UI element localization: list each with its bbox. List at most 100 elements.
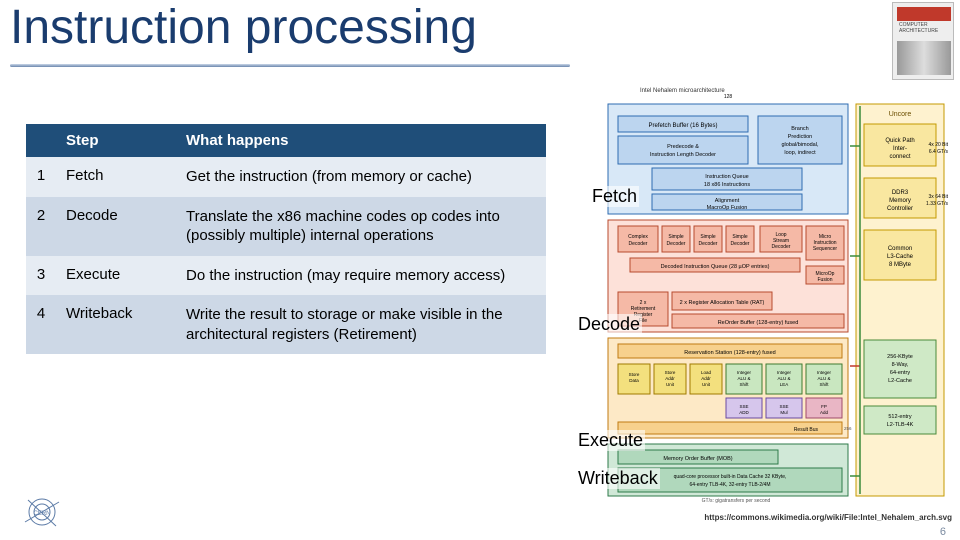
svg-text:Addr: Addr [665,376,675,381]
svg-text:Decoded Instruction Queue (28: Decoded Instruction Queue (28 µOP entrie… [661,264,770,270]
svg-text:Store: Store [665,370,676,375]
svg-text:Prediction: Prediction [788,134,812,140]
svg-text:Controller: Controller [887,206,913,212]
svg-text:Decoder: Decoder [629,241,648,247]
cell-step: Execute [56,256,176,296]
svg-text:Decoder: Decoder [699,241,718,247]
svg-text:Prefetch Buffer (16 Bytes): Prefetch Buffer (16 Bytes) [649,123,718,129]
svg-text:Complex: Complex [628,234,648,240]
svg-text:global/bimodal,: global/bimodal, [782,142,819,148]
svg-text:ReOrder Buffer (128-entry) fus: ReOrder Buffer (128-entry) fused [718,320,799,326]
svg-text:CERN: CERN [33,511,50,517]
svg-text:256-KByte: 256-KByte [887,354,913,360]
svg-text:Shift: Shift [819,382,829,387]
svg-text:ALU &: ALU & [737,376,750,381]
svg-text:MacroOp Fusion: MacroOp Fusion [707,205,748,211]
svg-text:6.4 GT/s: 6.4 GT/s [929,149,949,155]
svg-text:Decoder: Decoder [772,244,791,250]
svg-text:L2-Cache: L2-Cache [888,378,912,384]
table-row: 3 Execute Do the instruction (may requir… [26,256,546,296]
svg-text:Simple: Simple [732,234,748,240]
cell-num: 1 [26,157,56,197]
svg-text:Mul: Mul [780,410,787,415]
svg-text:2 x Register Allocation Table: 2 x Register Allocation Table (RAT) [680,300,765,306]
book-accent-bar [897,7,951,21]
svg-text:Data: Data [629,378,639,383]
svg-text:64-entry: 64-entry [890,370,910,376]
svg-text:ALU &: ALU & [777,376,790,381]
svg-text:Alignment: Alignment [715,198,740,204]
svg-text:256: 256 [844,426,852,431]
cell-desc: Write the result to storage or make visi… [176,295,546,354]
page-title: Instruction processing [10,0,477,55]
th-step: Step [56,124,176,157]
cell-desc: Translate the x86 machine codes op codes… [176,197,546,256]
cell-num: 3 [26,256,56,296]
cell-desc: Get the instruction (from memory or cach… [176,157,546,197]
image-credit: https://commons.wikimedia.org/wiki/File:… [704,513,952,522]
cell-step: Decode [56,197,176,256]
stage-label-fetch: Fetch [590,186,639,207]
stage-label-execute: Execute [576,430,645,451]
cell-step: Fetch [56,157,176,197]
book-thumbnail: COMPUTER ARCHITECTURE [892,2,954,80]
table-row: 2 Decode Translate the x86 machine codes… [26,197,546,256]
uncore-label: Uncore [889,111,912,118]
svg-text:Inter-: Inter- [893,146,907,152]
svg-text:Unit: Unit [702,382,711,387]
table-row: 1 Fetch Get the instruction (from memory… [26,157,546,197]
svg-text:Load: Load [701,370,712,375]
svg-text:Add: Add [820,410,829,415]
svg-text:Shift: Shift [739,382,749,387]
stage-label-writeback: Writeback [576,468,660,489]
stage-label-decode: Decode [576,314,642,335]
table-row: 4 Writeback Write the result to storage … [26,295,546,354]
svg-text:1.33 GT/s: 1.33 GT/s [926,201,948,207]
steps-table: Step What happens 1 Fetch Get the instru… [26,124,546,354]
svg-text:Sequencer: Sequencer [813,246,838,252]
svg-text:Instruction Queue: Instruction Queue [705,174,748,180]
svg-text:Memory Order Buffer (MOB): Memory Order Buffer (MOB) [663,456,732,462]
book-image [897,41,951,75]
cern-logo: CERN [22,492,62,532]
svg-text:Integer: Integer [777,370,792,375]
svg-text:GT/s: gigatransfers per second: GT/s: gigatransfers per second [702,498,771,504]
title-underline [10,64,570,67]
svg-text:Simple: Simple [668,234,684,240]
svg-text:L2-TLB-4K: L2-TLB-4K [887,422,914,428]
slide: Instruction processing COMPUTER ARCHITEC… [0,0,960,540]
svg-text:Memory: Memory [889,198,911,204]
svg-text:LEA: LEA [780,382,789,387]
svg-text:Predecode &: Predecode & [667,144,699,150]
svg-text:DDR3: DDR3 [892,190,909,196]
svg-text:Integer: Integer [817,370,832,375]
cell-desc: Do the instruction (may require memory a… [176,256,546,296]
svg-text:128: 128 [724,94,733,100]
svg-text:512-entry: 512-entry [888,414,911,420]
th-desc: What happens [176,124,546,157]
svg-text:8 MByte: 8 MByte [889,262,912,268]
svg-text:SSE: SSE [779,404,788,409]
svg-text:quad-core processor built-in D: quad-core processor built-in Data Cache … [674,474,787,480]
cell-step: Writeback [56,295,176,354]
svg-text:Store: Store [629,372,640,377]
svg-text:Reservation Station (128-entry: Reservation Station (128-entry) fused [684,350,775,356]
page-number: 6 [940,526,946,538]
svg-text:connect: connect [889,154,910,160]
svg-text:4x 20 Bit: 4x 20 Bit [929,142,949,148]
svg-text:Integer: Integer [737,370,752,375]
svg-text:Unit: Unit [666,382,675,387]
cell-num: 2 [26,197,56,256]
svg-text:FP: FP [821,404,827,409]
svg-text:ADD: ADD [739,410,749,415]
svg-text:loop, indirect: loop, indirect [784,150,816,156]
svg-text:SSE: SSE [739,404,748,409]
table-header-row: Step What happens [26,124,546,157]
svg-text:Instruction Length Decoder: Instruction Length Decoder [650,152,716,158]
svg-text:Decoder: Decoder [731,241,750,247]
svg-text:Simple: Simple [700,234,716,240]
svg-text:3x 64 Bit: 3x 64 Bit [929,194,949,200]
book-title: COMPUTER ARCHITECTURE [899,23,953,34]
svg-text:L3-Cache: L3-Cache [887,254,914,260]
svg-text:ALU &: ALU & [817,376,830,381]
